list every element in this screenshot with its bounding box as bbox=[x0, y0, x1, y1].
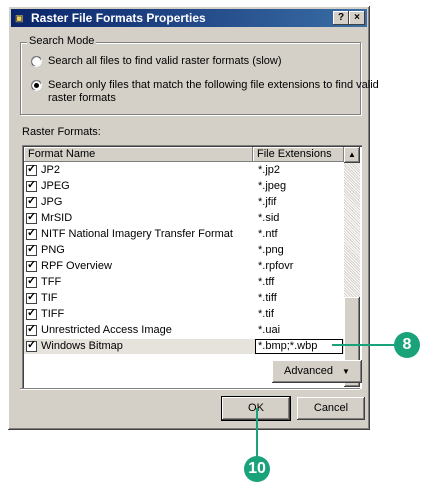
vertical-scrollbar[interactable]: ▲ ▼ bbox=[344, 147, 360, 387]
format-extension: *.jfif bbox=[258, 196, 277, 208]
checkbox[interactable] bbox=[26, 242, 37, 256]
advanced-button[interactable]: Advanced ▼ bbox=[272, 360, 362, 383]
format-extension: *.tiff bbox=[258, 292, 277, 304]
checkbox[interactable] bbox=[26, 226, 37, 240]
help-button[interactable]: ? bbox=[333, 11, 349, 25]
radio-search-extensions-label-line2[interactable]: raster formats bbox=[48, 92, 116, 105]
title-bar: ▣ Raster File Formats Properties ? × bbox=[11, 9, 367, 27]
format-name: JPG bbox=[41, 196, 63, 208]
list-item[interactable]: TIFF *.tif bbox=[24, 306, 344, 322]
app-icon: ▣ bbox=[15, 13, 24, 23]
callout-8-line bbox=[332, 344, 400, 346]
column-header-format-name[interactable]: Format Name bbox=[24, 147, 253, 162]
radio-search-all[interactable] bbox=[31, 56, 42, 67]
list-item[interactable]: PNG *.png bbox=[24, 242, 344, 258]
search-mode-title: Search Mode bbox=[27, 35, 97, 47]
format-extension: *.uai bbox=[258, 324, 281, 336]
dropdown-arrow-icon: ▼ bbox=[342, 367, 350, 376]
callout-10-line bbox=[256, 408, 258, 458]
format-extension: *.rpfovr bbox=[258, 260, 294, 272]
list-item[interactable]: JP2 *.jp2 bbox=[24, 162, 344, 178]
raster-formats-label: Raster Formats: bbox=[22, 126, 101, 138]
format-name: JP2 bbox=[41, 164, 60, 176]
format-extension: *.tff bbox=[258, 276, 275, 288]
window-title: Raster File Formats Properties bbox=[31, 11, 206, 25]
checkbox[interactable] bbox=[26, 322, 37, 336]
format-name: Windows Bitmap bbox=[41, 340, 123, 352]
format-extension: *.tif bbox=[258, 308, 274, 320]
format-extension: *.jpeg bbox=[258, 180, 287, 192]
raster-formats-list[interactable]: Format Name File Extensions JP2 *.jp2 JP… bbox=[22, 145, 362, 389]
checkbox[interactable] bbox=[26, 338, 37, 352]
close-button[interactable]: × bbox=[349, 11, 365, 25]
format-extension: *.png bbox=[258, 244, 284, 256]
format-extension: *.ntf bbox=[258, 228, 278, 240]
separator bbox=[20, 388, 360, 390]
checkbox[interactable] bbox=[26, 178, 37, 192]
list-item-selected[interactable]: Windows Bitmap *.bmp;*.wbp bbox=[24, 338, 344, 354]
format-name: PNG bbox=[41, 244, 65, 256]
raster-file-formats-dialog: ▣ Raster File Formats Properties ? × Sea… bbox=[8, 6, 379, 430]
format-name: Unrestricted Access Image bbox=[41, 324, 172, 336]
list-item[interactable]: NITF National Imagery Transfer Format *.… bbox=[24, 226, 344, 242]
callout-8: 8 bbox=[394, 332, 420, 358]
radio-search-extensions[interactable] bbox=[31, 80, 42, 91]
radio-search-all-label[interactable]: Search all files to find valid raster fo… bbox=[48, 55, 282, 68]
format-name: JPEG bbox=[41, 180, 70, 192]
cancel-button[interactable]: Cancel bbox=[297, 397, 365, 420]
format-name: TIF bbox=[41, 292, 58, 304]
radio-search-extensions-label[interactable]: Search only files that match the followi… bbox=[48, 79, 379, 92]
checkbox[interactable] bbox=[26, 274, 37, 288]
list-item[interactable]: JPG *.jfif bbox=[24, 194, 344, 210]
format-extension: *.jp2 bbox=[258, 164, 281, 176]
file-extension-edit-field[interactable]: *.bmp;*.wbp bbox=[255, 339, 343, 354]
checkbox[interactable] bbox=[26, 258, 37, 272]
format-name: TFF bbox=[41, 276, 62, 288]
format-name: RPF Overview bbox=[41, 260, 112, 272]
list-item[interactable]: Unrestricted Access Image *.uai bbox=[24, 322, 344, 338]
list-item[interactable]: RPF Overview *.rpfovr bbox=[24, 258, 344, 274]
format-extension: *.sid bbox=[258, 212, 280, 224]
checkbox[interactable] bbox=[26, 306, 37, 320]
scroll-thumb[interactable] bbox=[344, 297, 360, 369]
checkbox[interactable] bbox=[26, 162, 37, 176]
list-item[interactable]: TIF *.tiff bbox=[24, 290, 344, 306]
format-name: MrSID bbox=[41, 212, 73, 224]
advanced-button-label: Advanced bbox=[284, 365, 333, 377]
scroll-up-icon[interactable]: ▲ bbox=[344, 147, 360, 163]
list-item[interactable]: TFF *.tff bbox=[24, 274, 344, 290]
list-item[interactable]: JPEG *.jpeg bbox=[24, 178, 344, 194]
search-mode-group: Search Mode Search all files to find val… bbox=[20, 35, 379, 115]
column-header-file-extensions[interactable]: File Extensions bbox=[253, 147, 344, 162]
format-name: TIFF bbox=[41, 308, 65, 320]
checkbox[interactable] bbox=[26, 210, 37, 224]
callout-10: 10 bbox=[244, 456, 270, 482]
list-item[interactable]: MrSID *.sid bbox=[24, 210, 344, 226]
checkbox[interactable] bbox=[26, 194, 37, 208]
checkbox[interactable] bbox=[26, 290, 37, 304]
format-name: NITF National Imagery Transfer Format bbox=[41, 228, 233, 240]
